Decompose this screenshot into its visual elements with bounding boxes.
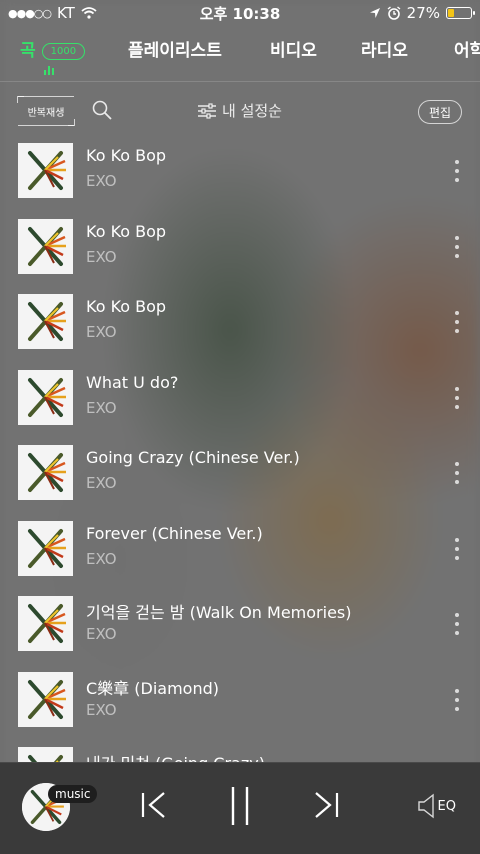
album-art [16, 594, 75, 653]
tab-songs[interactable]: 곡 1000 [20, 36, 86, 61]
album-art [16, 141, 75, 200]
search-icon[interactable] [92, 100, 112, 120]
song-title: 기억을 걷는 밤 (Walk On Memories) [86, 603, 352, 622]
more-options-icon[interactable] [452, 235, 462, 258]
album-art [16, 669, 75, 729]
edit-label: 편집 [428, 105, 452, 120]
more-options-icon[interactable] [452, 613, 462, 635]
now-playing-indicator-icon [44, 66, 54, 75]
song-title: 내가 미쳐 (Going Crazy) [86, 750, 265, 762]
clock: 오후 10:38 [199, 4, 281, 23]
song-artist: EXO [86, 247, 117, 266]
song-title: What U do? [86, 372, 179, 392]
more-options-icon[interactable] [452, 311, 462, 333]
previous-track-icon[interactable] [140, 789, 168, 821]
sort-label: 내 설정순 [222, 102, 282, 120]
song-title: Going Crazy (Chinese Ver.) [86, 448, 300, 467]
speaker-icon [417, 793, 434, 819]
song-artist: EXO [86, 398, 117, 417]
more-options-icon[interactable] [452, 160, 462, 182]
pause-icon[interactable] [228, 785, 252, 827]
album-art [16, 292, 75, 351]
album-art [16, 367, 75, 427]
tab-language[interactable]: 어학 [454, 36, 480, 61]
song-title: Ko Ko Bop [86, 297, 167, 316]
song-title: Forever (Chinese Ver.) [86, 523, 263, 543]
music-badge: music [48, 785, 98, 803]
album-art [16, 443, 75, 502]
song-row[interactable]: Ko Ko Bop EXO [0, 216, 480, 278]
eq-label: EQ [437, 798, 456, 814]
song-artist: EXO [86, 700, 117, 719]
tab-radio[interactable]: 라디오 [361, 36, 408, 61]
sort-button[interactable]: 내 설정순 [198, 100, 282, 121]
song-count-badge: 1000 [41, 43, 86, 60]
more-options-icon[interactable] [452, 688, 462, 711]
song-row[interactable]: Ko Ko Bop EXO [0, 291, 480, 353]
mini-player: music EQ [0, 762, 480, 854]
tab-playlist[interactable]: 플레이리스트 [128, 36, 222, 61]
more-options-icon[interactable] [452, 462, 462, 484]
battery-icon [446, 7, 475, 19]
song-artist: EXO [86, 625, 117, 643]
tab-bar: 곡 1000 플레이리스트 비디오 라디오 어학 [0, 26, 480, 82]
song-row[interactable]: Going Crazy (Chinese Ver.) EXO [0, 442, 480, 504]
song-list: Ko Ko Bop EXO Ko Ko Bop EXO Ko Ko Bop EX… [0, 140, 480, 762]
status-bar: ●●●○○ KT 오후 10:38 27% [0, 0, 480, 26]
album-art [16, 745, 75, 762]
more-options-icon[interactable] [452, 386, 462, 409]
song-artist: EXO [86, 474, 117, 492]
album-art [16, 518, 75, 578]
song-title: C樂章 (Diamond) [86, 678, 219, 698]
song-artist: EXO [86, 172, 117, 190]
edit-button[interactable]: 편집 [418, 100, 462, 124]
tab-label: 곡 [20, 41, 36, 61]
song-row[interactable]: 내가 미쳐 (Going Crazy) [0, 744, 480, 762]
repeat-button[interactable]: 반복재생 [17, 96, 75, 126]
sliders-icon [198, 102, 216, 119]
song-row[interactable]: C樂章 (Diamond) EXO [0, 669, 480, 731]
equalizer-button[interactable]: EQ [417, 793, 456, 819]
song-row[interactable]: What U do? EXO [0, 367, 480, 429]
song-title: Ko Ko Bop [86, 146, 167, 165]
tab-video[interactable]: 비디오 [270, 36, 317, 61]
repeat-label: 반복재생 [27, 107, 65, 119]
song-row[interactable]: 기억을 걷는 밤 (Walk On Memories) EXO [0, 593, 480, 655]
song-artist: EXO [86, 549, 117, 568]
more-options-icon[interactable] [452, 537, 462, 560]
next-track-icon[interactable] [312, 789, 340, 821]
album-art [16, 216, 75, 276]
song-title: Ko Ko Bop [86, 221, 167, 241]
list-toolbar: 반복재생 내 설정순 편집 [0, 90, 480, 130]
song-row[interactable]: Ko Ko Bop EXO [0, 140, 480, 202]
song-row[interactable]: Forever (Chinese Ver.) EXO [0, 518, 480, 580]
song-artist: EXO [86, 323, 117, 341]
